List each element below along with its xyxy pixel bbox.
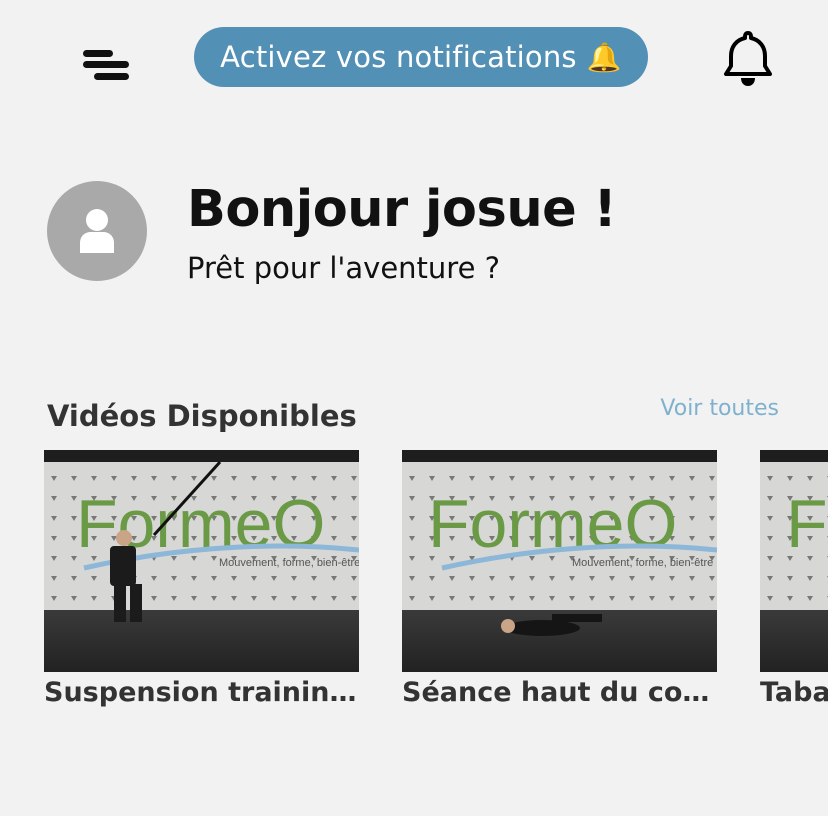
- notification-banner-label: Activez vos notifications: [220, 40, 577, 74]
- section-title-videos: Vidéos Disponibles: [47, 399, 357, 433]
- video-title: Taba: [760, 677, 828, 708]
- thumbnail-logo: FormeO: [786, 486, 828, 562]
- video-title: Séance haut du cor...: [402, 677, 717, 708]
- thumbnail-tagline: Mouvement, forme, bien-être: [572, 557, 713, 569]
- see-all-link[interactable]: Voir toutes: [660, 394, 779, 424]
- user-placeholder-icon: [80, 209, 114, 253]
- greeting-title: Bonjour josue !: [187, 180, 617, 239]
- bell-icon: [724, 31, 772, 86]
- video-thumbnail: FormeO Mouvement, forme, bien-être: [402, 450, 717, 672]
- notification-banner-button[interactable]: Activez vos notifications 🔔: [194, 27, 648, 87]
- notifications-button[interactable]: [722, 30, 774, 88]
- video-title: Suspension training:...: [44, 677, 359, 708]
- menu-button[interactable]: [82, 48, 132, 84]
- video-card[interactable]: FormeO Taba: [760, 450, 828, 711]
- video-card[interactable]: FormeO Mouvement, forme, bien-être Suspe…: [44, 450, 359, 711]
- avatar[interactable]: [47, 181, 147, 281]
- video-thumbnail: FormeO Mouvement, forme, bien-être: [44, 450, 359, 672]
- bell-emoji-icon: 🔔: [586, 40, 622, 74]
- thumbnail-tagline: Mouvement, forme, bien-être: [219, 557, 359, 569]
- menu-lines-icon: [83, 50, 129, 80]
- video-card[interactable]: FormeO Mouvement, forme, bien-être Séanc…: [402, 450, 717, 711]
- videos-carousel[interactable]: FormeO Mouvement, forme, bien-être Suspe…: [0, 450, 828, 720]
- video-thumbnail: FormeO: [760, 450, 828, 672]
- greeting-subtitle: Prêt pour l'aventure ?: [187, 251, 501, 285]
